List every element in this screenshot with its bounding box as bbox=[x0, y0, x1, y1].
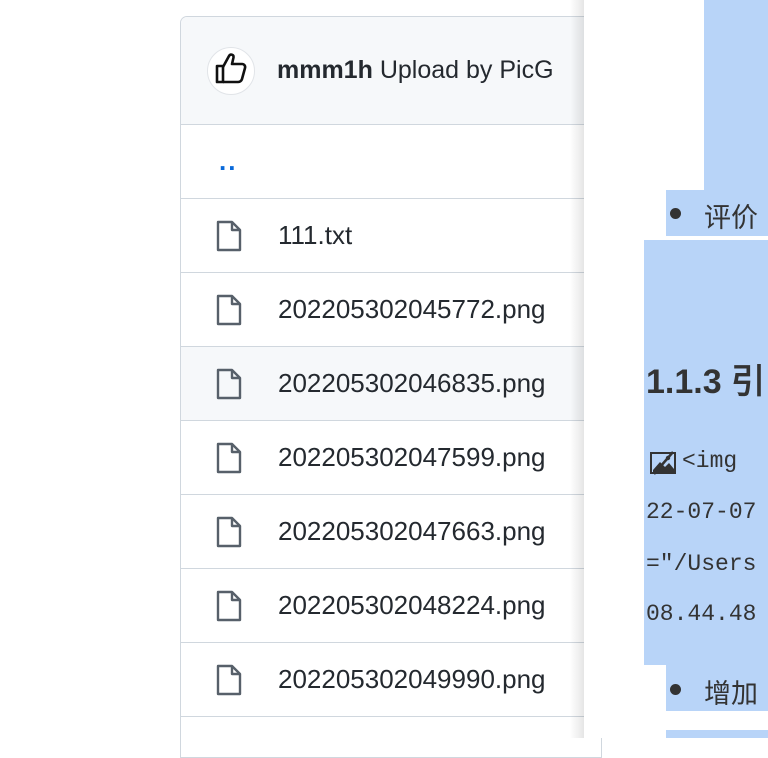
parent-directory-link[interactable]: .. bbox=[219, 146, 237, 177]
file-row[interactable]: 202205302049990.png bbox=[181, 643, 601, 717]
document-panel: 评价 1.1.3 引 <img 22-07-07 ="/Users 08.44.… bbox=[584, 0, 768, 738]
file-name-link[interactable]: 202205302046835.png bbox=[278, 368, 546, 399]
file-icon bbox=[215, 294, 245, 326]
file-row[interactable]: 202205302047663.png bbox=[181, 495, 601, 569]
file-name-link[interactable]: 202205302047599.png bbox=[278, 442, 546, 473]
file-name-link[interactable]: 202205302048224.png bbox=[278, 590, 546, 621]
selection-highlight bbox=[666, 730, 768, 738]
file-row[interactable]: 202205302047599.png bbox=[181, 421, 601, 495]
file-icon bbox=[215, 664, 245, 696]
parent-directory-row[interactable]: .. bbox=[181, 125, 601, 199]
list-bullet bbox=[670, 208, 681, 219]
panel-divider-shadow bbox=[570, 0, 584, 738]
commit-author-link[interactable]: mmm1h bbox=[277, 56, 373, 84]
file-browser: mmm1h Upload by PicG .. 111.txt 202205302… bbox=[180, 16, 602, 758]
code-line: 22-07-07 bbox=[646, 499, 757, 525]
file-row[interactable]: 202205302045772.png bbox=[181, 273, 601, 347]
section-heading: 1.1.3 引 bbox=[646, 363, 766, 401]
code-line: ="/Users bbox=[646, 551, 757, 577]
list-bullet bbox=[670, 684, 681, 695]
file-name-link[interactable]: 111.txt bbox=[278, 220, 352, 251]
commit-summary: mmm1h Upload by PicG bbox=[277, 56, 554, 85]
list-item-text: 增加 bbox=[704, 679, 758, 710]
code-line: <img bbox=[682, 448, 738, 474]
file-name-link[interactable]: 202205302049990.png bbox=[278, 664, 546, 695]
file-name-link[interactable]: 202205302047663.png bbox=[278, 516, 546, 547]
file-name-link[interactable]: 202205302045772.png bbox=[278, 294, 546, 325]
file-icon bbox=[215, 516, 245, 548]
file-list: 111.txt 202205302045772.png 20220530204683… bbox=[181, 199, 601, 717]
list-item-text: 评价 bbox=[704, 203, 758, 234]
file-icon bbox=[215, 590, 245, 622]
code-line: 08.44.48 bbox=[646, 601, 757, 627]
file-row[interactable]: 202205302048224.png bbox=[181, 569, 601, 643]
latest-commit-bar: mmm1h Upload by PicG bbox=[181, 17, 601, 125]
file-row[interactable]: 202205302046835.png bbox=[181, 347, 601, 421]
file-icon bbox=[215, 220, 245, 252]
thumbs-up-icon bbox=[211, 48, 251, 93]
file-icon bbox=[215, 368, 245, 400]
broken-image-icon bbox=[650, 450, 678, 481]
commit-message-link[interactable]: Upload by PicG bbox=[380, 56, 554, 84]
avatar[interactable] bbox=[207, 46, 255, 95]
selection-highlight bbox=[704, 0, 768, 190]
file-row[interactable]: 111.txt bbox=[181, 199, 601, 273]
file-icon bbox=[215, 442, 245, 474]
